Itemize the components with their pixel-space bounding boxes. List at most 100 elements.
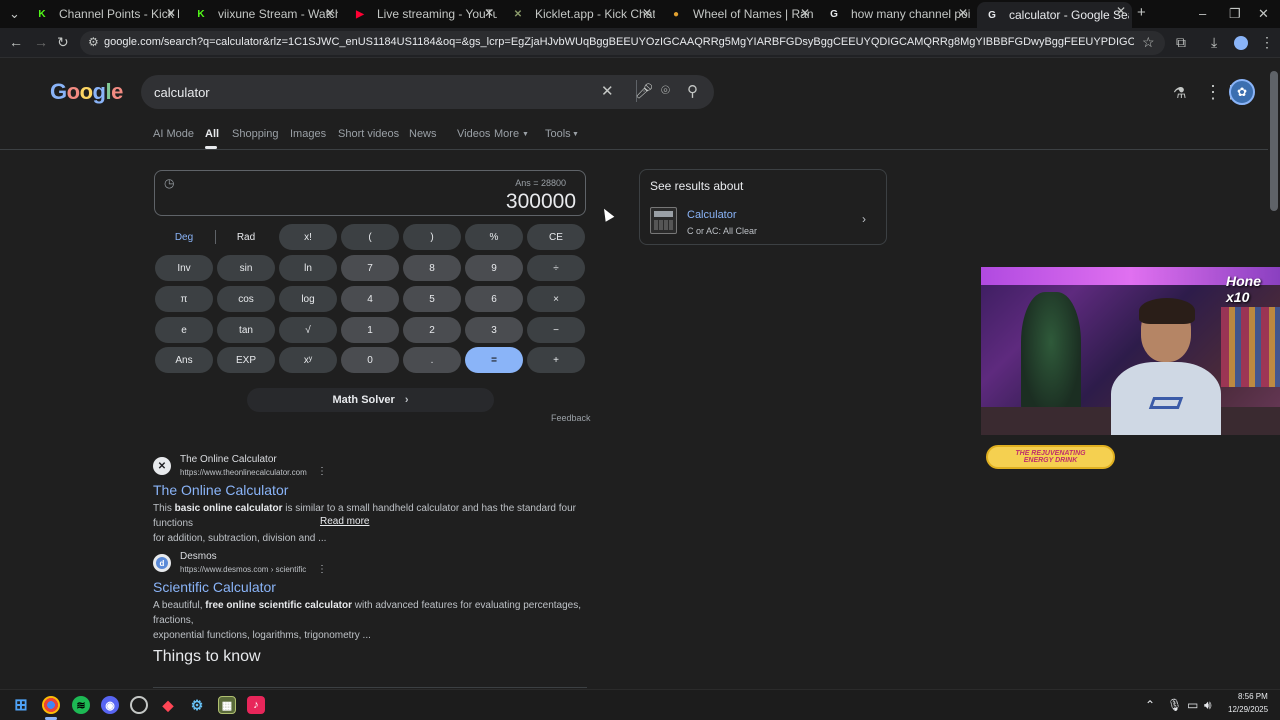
browser-tab[interactable]: Ghow many channel points per hour✕ [819, 4, 974, 24]
result-title-link[interactable]: The Online Calculator [153, 482, 288, 498]
filter-images[interactable]: Images [290, 128, 326, 140]
calculator-key[interactable]: Ans [155, 347, 213, 373]
download-icon[interactable]: ⤓ [1211, 34, 1217, 51]
feedback-link[interactable]: Feedback [551, 413, 591, 423]
tab-close-icon[interactable]: ✕ [642, 6, 652, 20]
result-url[interactable]: https://www.theonlinecalculator.com [180, 468, 307, 477]
calculator-key[interactable]: 7 [341, 255, 399, 281]
profile-avatar-icon[interactable] [1234, 36, 1248, 50]
calculator-key[interactable]: 0 [341, 347, 399, 373]
tab-search-chevron-icon[interactable]: ⌄ [9, 6, 20, 22]
browser-tab[interactable]: Kviixune Stream - Watch Live on Kick✕ [186, 4, 341, 24]
tab-close-icon[interactable]: ✕ [1116, 4, 1126, 18]
game-taskbar-icon[interactable]: ▦ [218, 696, 236, 714]
steam-taskbar-icon[interactable]: ⚙ [188, 696, 206, 714]
bookmark-star-icon[interactable]: ☆ [1142, 34, 1155, 51]
chevron-right-icon[interactable]: › [862, 212, 866, 226]
scrollbar-thumb[interactable] [1270, 71, 1278, 211]
back-arrow-icon[interactable]: ← [9, 34, 23, 50]
calculator-key[interactable]: Inv [155, 255, 213, 281]
lens-camera-icon[interactable]: ⌾ [661, 82, 670, 99]
calculator-key[interactable]: ln [279, 255, 337, 281]
extensions-icon[interactable]: ⧉ [1176, 34, 1186, 51]
tab-close-icon[interactable]: ✕ [800, 6, 810, 20]
chrome-menu-icon[interactable]: ⋮ [1260, 34, 1274, 51]
tab-close-icon[interactable]: ✕ [325, 6, 335, 20]
calculator-key[interactable]: tan [217, 317, 275, 343]
calculator-key[interactable]: π [155, 286, 213, 312]
tiktok-taskbar-icon[interactable]: ♪ [247, 696, 265, 714]
close-window-icon[interactable]: ✕ [1258, 6, 1269, 22]
filter-shopping[interactable]: Shopping [232, 128, 279, 140]
tab-close-icon[interactable]: ✕ [484, 6, 494, 20]
math-solver-button[interactable]: Math Solver › [247, 388, 494, 412]
see-results-about-link[interactable]: Calculator [687, 209, 737, 221]
reload-icon[interactable]: ↻ [57, 34, 69, 51]
calculator-key[interactable]: ÷ [527, 255, 585, 281]
search-box[interactable]: calculator ✕ 🎤︎ ⌾ ⚲ [141, 75, 714, 109]
filter-all[interactable]: All [205, 128, 219, 140]
calculator-key[interactable]: − [527, 317, 585, 343]
calculator-key[interactable]: . [403, 347, 461, 373]
microphone-tray-icon[interactable]: 🎙︎ [1167, 698, 1182, 712]
result-site-name[interactable]: Desmos [180, 551, 217, 562]
calculator-key[interactable]: xʸ [279, 347, 337, 373]
discord-taskbar-icon[interactable]: ◉ [101, 696, 119, 714]
tab-close-icon[interactable]: ✕ [166, 6, 176, 20]
result-options-kebab-icon[interactable]: ⋮ [317, 564, 327, 575]
restore-icon[interactable]: ❐ [1229, 6, 1241, 22]
calculator-key[interactable]: EXP [217, 347, 275, 373]
clear-search-icon[interactable]: ✕ [601, 82, 614, 100]
result-options-kebab-icon[interactable]: ⋮ [317, 466, 327, 477]
calculator-key[interactable]: cos [217, 286, 275, 312]
browser-tab[interactable]: Gcalculator - Google Search✕ [977, 2, 1132, 28]
tab-close-icon[interactable]: ✕ [958, 6, 968, 20]
filter-videos[interactable]: Videos [457, 128, 490, 140]
voice-search-mic-icon[interactable]: 🎤︎ [635, 82, 654, 100]
volume-tray-icon[interactable]: 🔊︎ [1204, 698, 1212, 713]
read-more-link[interactable]: Read more [320, 516, 369, 527]
calculator-key[interactable]: 8 [403, 255, 461, 281]
calculator-key[interactable]: 6 [465, 286, 523, 312]
search-magnifier-icon[interactable]: ⚲ [687, 82, 698, 100]
labs-flask-icon[interactable]: ⚗ [1173, 84, 1186, 102]
calculator-key[interactable]: Deg [155, 224, 213, 250]
calculator-key[interactable]: + [527, 347, 585, 373]
calculator-key[interactable]: 1 [341, 317, 399, 343]
forward-arrow-icon[interactable]: → [34, 34, 48, 50]
calculator-key[interactable]: % [465, 224, 523, 250]
address-bar[interactable]: ⚙ google.com/search?q=calculator&rlz=1C1… [80, 31, 1165, 55]
calculator-key[interactable]: 9 [465, 255, 523, 281]
filter-tools[interactable]: Tools [545, 128, 571, 140]
result-title-link[interactable]: Scientific Calculator [153, 579, 276, 595]
account-avatar[interactable]: ✿ [1229, 79, 1255, 105]
network-tray-icon[interactable]: ▭ [1187, 698, 1198, 712]
browser-tab[interactable]: ● Wheel of Names | Random name picker✕ [661, 4, 816, 24]
spotify-taskbar-icon[interactable]: ≋ [72, 696, 90, 714]
calculator-key[interactable]: Rad [217, 224, 275, 250]
new-tab-plus-icon[interactable]: + [1137, 4, 1146, 21]
site-info-icon[interactable]: ⚙ [88, 35, 99, 49]
calculator-key[interactable]: 2 [403, 317, 461, 343]
valorant-riot-taskbar-icon[interactable]: ◆ [159, 696, 177, 714]
browser-tab[interactable]: K Channel Points - Kick Dashboard✕ [27, 4, 182, 24]
calculator-key[interactable]: √ [279, 317, 337, 343]
taskbar-clock-date[interactable]: 12/29/2025 [1228, 705, 1268, 714]
result-site-name[interactable]: The Online Calculator [180, 454, 277, 465]
calculator-key[interactable]: sin [217, 255, 275, 281]
taskbar-clock-time[interactable]: 8:56 PM [1238, 692, 1268, 701]
chrome-taskbar-icon[interactable] [42, 696, 60, 714]
result-url[interactable]: https://www.desmos.com › scientific [180, 565, 306, 574]
filter-news[interactable]: News [409, 128, 437, 140]
calculator-key[interactable]: 5 [403, 286, 461, 312]
google-logo[interactable]: Google [50, 79, 123, 105]
filter-ai-mode[interactable]: AI Mode [153, 128, 194, 140]
search-query[interactable]: calculator [154, 85, 210, 100]
tray-overflow-chevron-icon[interactable]: ⌃ [1145, 698, 1155, 712]
browser-tab[interactable]: ▶ Live streaming - YouTube Studio✕ [345, 4, 500, 24]
calculator-key[interactable]: CE [527, 224, 585, 250]
calculator-key[interactable]: 4 [341, 286, 399, 312]
obs-taskbar-icon[interactable] [130, 696, 148, 714]
calculator-history-icon[interactable]: ◷ [164, 176, 174, 190]
calculator-key[interactable]: ) [403, 224, 461, 250]
